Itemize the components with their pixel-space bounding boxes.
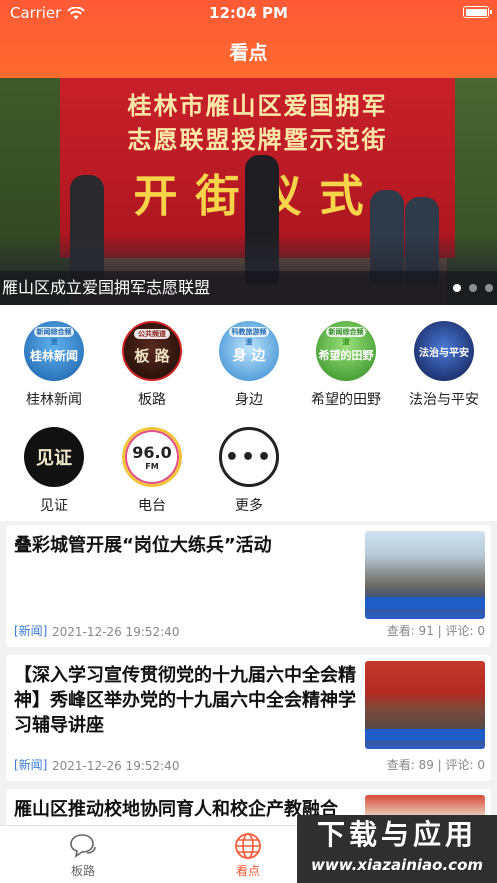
channel-icon-text: 希望的田野 <box>318 349 374 362</box>
guilin-news-icon: 新闻综合频道 桂林新闻 <box>24 321 84 381</box>
channel-label: 板路 <box>138 392 166 408</box>
banner-backdrop-line2: 志愿联盟授牌暨示范街 <box>127 126 388 154</box>
app-header: Carrier 12:04 PM 看点 <box>0 0 497 78</box>
channel-banlu[interactable]: 公共频道 板 路 板路 <box>104 307 200 408</box>
channel-icon-text: 板 路 <box>134 346 170 365</box>
article-time: 2021-12-26 19:52:40 <box>52 759 180 773</box>
banner-carousel[interactable]: 桂林市雁山区爱国拥军 志愿联盟授牌暨示范街 开街仪式 雁山区成立爱国拥军志愿联盟 <box>0 78 497 305</box>
channel-label: 身边 <box>235 392 263 408</box>
article-thumbnail <box>365 531 485 619</box>
thumb-lower-third <box>365 729 485 741</box>
shenbian-icon: 科教旅游频道 身 边 <box>219 321 279 381</box>
law-safety-icon: 法治与平安 <box>414 321 474 381</box>
article-title: 叠彩城管开展“岗位大练兵”活动 <box>14 535 272 556</box>
channel-icon-text: 身 边 <box>232 348 266 364</box>
channel-badge: 新闻综合频道 <box>326 327 366 346</box>
watermark-line2: www.xiazainiao.com <box>310 856 484 874</box>
radio-icon: 96.0 FM <box>122 427 182 487</box>
banner-page-dots <box>453 284 493 292</box>
article-tag[interactable]: [新闻] <box>14 756 47 773</box>
channel-grid: 新闻综合频道 桂林新闻 桂林新闻 公共频道 板 路 板路 科教旅游频道 身 边 … <box>0 305 497 521</box>
channel-label: 更多 <box>235 498 263 514</box>
banlu-icon: 公共频道 板 路 <box>122 321 182 381</box>
channel-icon-text: 见证 <box>36 448 72 469</box>
more-icon: ••• <box>219 427 279 487</box>
article-card[interactable]: 【深入学习宣传贯彻党的十九届六中全会精神】秀峰区举办党的十九届六中全会精神学习辅… <box>6 655 491 781</box>
channel-radio[interactable]: 96.0 FM 电台 <box>104 413 200 514</box>
channel-more[interactable]: ••• 更多 <box>201 413 297 514</box>
channel-label: 见证 <box>40 498 68 514</box>
channel-label: 法治与平安 <box>409 392 479 408</box>
article-thumbnail <box>365 661 485 749</box>
channel-badge: FM <box>145 462 159 471</box>
channel-badge: 公共频道 <box>134 329 170 339</box>
channel-label: 希望的田野 <box>311 392 381 408</box>
banner-dot[interactable] <box>469 284 477 292</box>
tab-kandian[interactable]: 看点 <box>198 832 298 879</box>
battery-icon <box>463 6 492 18</box>
channel-shenbian[interactable]: 科教旅游频道 身 边 身边 <box>201 307 297 408</box>
article-title: 【深入学习宣传贯彻党的十九届六中全会精神】秀峰区举办党的十九届六中全会精神学习辅… <box>14 665 356 736</box>
channel-label: 电台 <box>138 498 166 514</box>
hope-field-icon: 新闻综合频道 希望的田野 <box>316 321 376 381</box>
channel-hope-field[interactable]: 新闻综合频道 希望的田野 希望的田野 <box>298 307 394 408</box>
article-card[interactable]: 叠彩城管开展“岗位大练兵”活动 [新闻] 2021-12-26 19:52:40… <box>6 525 491 647</box>
tab-label: 看点 <box>235 864 260 878</box>
witness-icon: 见证 <box>24 427 84 487</box>
article-time: 2021-12-26 19:52:40 <box>52 625 180 639</box>
page-title: 看点 <box>229 42 268 64</box>
globe-icon <box>235 833 261 859</box>
status-time: 12:04 PM <box>209 4 288 22</box>
tab-banlu[interactable]: 板路 <box>33 832 133 879</box>
channel-icon-text: ••• <box>224 444 274 470</box>
channel-badge: 科教旅游频道 <box>229 327 269 346</box>
channel-icon-text: 96.0 <box>132 443 172 462</box>
watermark-line1: 下载与应用 <box>316 818 477 851</box>
chat-bubbles-icon <box>70 834 96 858</box>
thumb-lower-third <box>365 597 485 609</box>
article-stats: 查看: 91 | 评论: 0 <box>386 624 485 638</box>
banner-backdrop-line1: 桂林市雁山区爱国拥军 <box>127 92 388 120</box>
banner-dot[interactable] <box>485 284 493 292</box>
status-bar: Carrier 12:04 PM <box>0 0 497 26</box>
channel-guilin-news[interactable]: 新闻综合频道 桂林新闻 桂林新闻 <box>6 307 102 408</box>
channel-icon-text: 桂林新闻 <box>29 348 78 363</box>
channel-label: 桂林新闻 <box>26 392 82 408</box>
channel-law-safety[interactable]: 法治与平安 法治与平安 <box>396 307 492 408</box>
banner-caption[interactable]: 雁山区成立爱国拥军志愿联盟 <box>0 271 497 305</box>
article-stats: 查看: 89 | 评论: 0 <box>386 758 485 772</box>
channel-badge: 新闻综合频道 <box>34 327 74 346</box>
channel-icon-text: 法治与平安 <box>419 347 469 359</box>
channel-witness[interactable]: 见证 见证 <box>6 413 102 514</box>
banner-dot[interactable] <box>453 284 461 292</box>
article-tag[interactable]: [新闻] <box>14 622 47 639</box>
watermark-logo: 下载与应用 www.xiazainiao.com <box>297 815 497 883</box>
tab-label: 板路 <box>70 864 95 878</box>
